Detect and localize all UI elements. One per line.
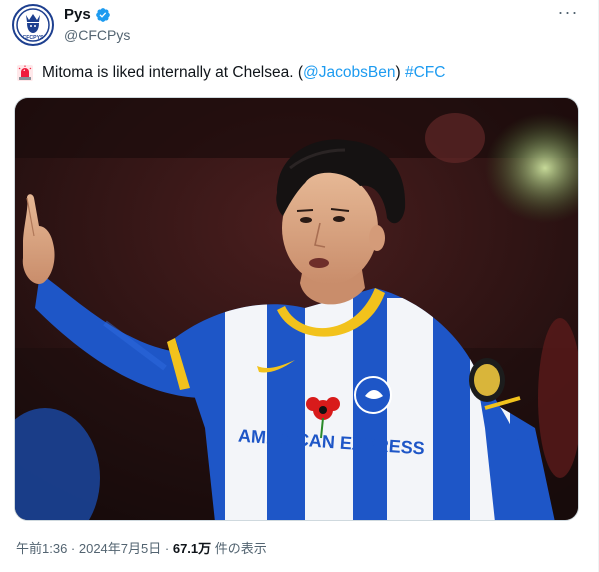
meta-separator: · xyxy=(164,541,170,556)
more-horizontal-icon: ··· xyxy=(557,2,579,22)
tweet-timestamp[interactable]: 午前1:36 · 2024年7月5日 xyxy=(16,541,161,556)
more-options-button[interactable]: ··· xyxy=(556,3,580,24)
tweet-body-close: ) xyxy=(395,64,401,81)
player-photo: AMERICAN EXPRESS xyxy=(15,98,578,520)
view-count: 67.1万 xyxy=(172,541,212,556)
avatar[interactable]: CFCPYS xyxy=(12,4,54,46)
tweet-meta: 午前1:36 · 2024年7月5日 · 67.1万 件の表示 xyxy=(16,540,267,558)
view-count-label: 件の表示 xyxy=(214,541,267,556)
tweet-photo[interactable]: AMERICAN EXPRESS xyxy=(14,97,579,521)
display-name[interactable]: Pys xyxy=(64,6,111,24)
display-name-text: Pys xyxy=(64,6,91,23)
verified-badge-icon xyxy=(95,8,110,22)
user-handle[interactable]: @CFCPys xyxy=(64,26,130,44)
tweet-body: Mitoma is liked internally at Chelsea. ( xyxy=(42,64,304,81)
police-siren-icon xyxy=(17,65,33,81)
tweet-text: Mitoma is liked internally at Chelsea. (… xyxy=(16,62,582,84)
avatar-text: CFCPYS xyxy=(22,35,44,41)
cfcpys-lion-crest-icon: CFCPYS xyxy=(15,7,51,43)
hashtag-link[interactable]: #CFC xyxy=(405,64,445,81)
tweet-card: CFCPYS Pys @CFCPys ··· Mitoma is liked i… xyxy=(0,0,599,572)
mention-link[interactable]: @JacobsBen xyxy=(303,64,395,81)
